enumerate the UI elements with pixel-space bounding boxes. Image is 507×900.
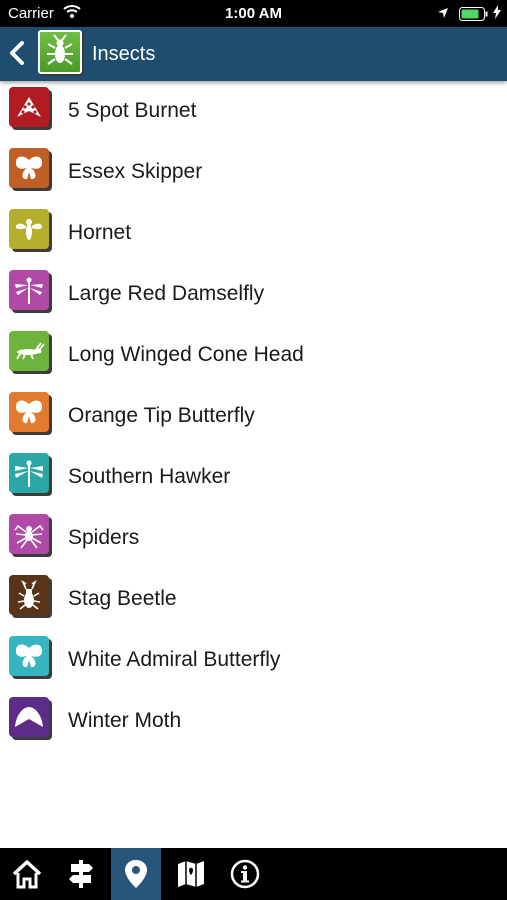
location-pin-icon[interactable] <box>111 848 161 900</box>
header-bar: Insects <box>0 27 507 81</box>
list-item[interactable]: Hornet <box>0 203 507 264</box>
list-item[interactable]: Southern Hawker <box>0 447 507 508</box>
page-title: Insects <box>92 43 156 65</box>
dragonfly-icon <box>9 453 49 493</box>
status-time: 1:00 AM <box>225 5 282 22</box>
list-item-label: Winter Moth <box>68 709 182 732</box>
map-icon[interactable] <box>166 848 216 900</box>
list-item[interactable]: Essex Skipper <box>0 142 507 203</box>
list-item-label: Orange Tip Butterfly <box>68 404 255 427</box>
home-icon[interactable] <box>2 848 52 900</box>
list-item[interactable]: Orange Tip Butterfly <box>0 386 507 447</box>
butterfly-icon <box>9 392 49 432</box>
insect-logo-icon <box>38 30 82 74</box>
moth-icon <box>9 697 49 737</box>
grasshopper-icon <box>9 331 49 371</box>
list-item-label: Large Red Damselfly <box>68 282 265 305</box>
list-item-label: Essex Skipper <box>68 160 203 183</box>
list-item[interactable]: Winter Moth <box>0 691 507 752</box>
location-arrow-icon <box>437 6 449 23</box>
status-bar: Carrier 1:00 AM <box>0 0 507 27</box>
list-item[interactable]: 5 Spot Burnet <box>0 81 507 142</box>
butterfly-icon <box>9 148 49 188</box>
info-icon[interactable] <box>220 848 270 900</box>
list-item[interactable]: Long Winged Cone Head <box>0 325 507 386</box>
list-item[interactable]: Large Red Damselfly <box>0 264 507 325</box>
list-item[interactable]: Spiders <box>0 508 507 569</box>
list-item[interactable]: Stag Beetle <box>0 569 507 630</box>
list-item-label: Stag Beetle <box>68 587 177 610</box>
list-item-label: Southern Hawker <box>68 465 231 488</box>
butterfly-icon <box>9 636 49 676</box>
list-item-label: White Admiral Butterfly <box>68 648 281 671</box>
bottom-nav <box>0 848 507 900</box>
moth-icon <box>9 87 49 127</box>
list-item-label: Long Winged Cone Head <box>68 343 304 366</box>
list-item-label: 5 Spot Burnet <box>68 99 197 122</box>
battery-icon <box>459 7 489 25</box>
back-chevron-icon[interactable] <box>6 39 28 67</box>
list-item-label: Spiders <box>68 526 140 549</box>
hornet-icon <box>9 209 49 249</box>
spider-icon <box>9 514 49 554</box>
signpost-icon[interactable] <box>56 848 106 900</box>
damselfly-icon <box>9 270 49 310</box>
charging-bolt-icon <box>493 5 501 23</box>
beetle-icon <box>9 575 49 615</box>
list-item[interactable]: White Admiral Butterfly <box>0 630 507 691</box>
list-item-label: Hornet <box>68 221 132 244</box>
